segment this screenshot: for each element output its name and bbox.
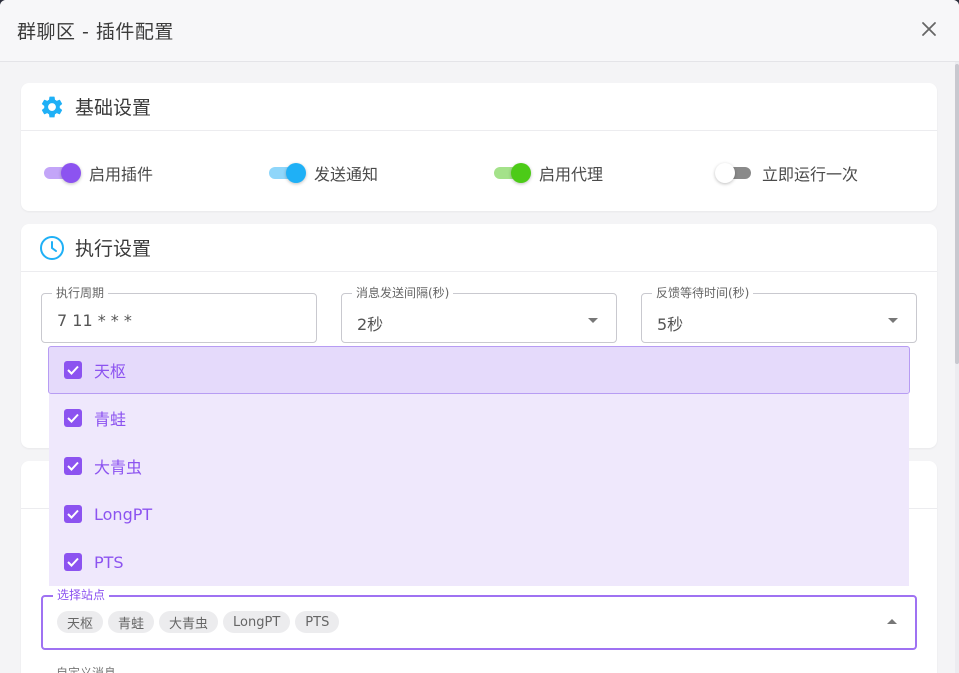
switch-toggle[interactable] bbox=[267, 163, 307, 183]
gear-icon bbox=[39, 94, 65, 120]
switch-label: 发送通知 bbox=[314, 165, 379, 184]
checkbox-checked-icon[interactable] bbox=[64, 457, 82, 475]
site-option-label: LongPT bbox=[94, 504, 153, 524]
switch-label: 启用插件 bbox=[89, 165, 154, 184]
site-chip[interactable]: 大青虫 bbox=[159, 611, 219, 633]
basic-switch-row: 启用插件 发送通知 启用代理 立即运行一次 bbox=[21, 161, 937, 185]
site-option[interactable]: 天枢 bbox=[48, 346, 910, 394]
cron-value: 7 11 * * * bbox=[57, 311, 132, 330]
site-chip[interactable]: PTS bbox=[295, 611, 340, 633]
plugin-config-dialog: 群聊区 - 插件配置 基础设置 启用插件 发送通知 启用代理 立即运行一次 执行… bbox=[0, 0, 959, 673]
feedback-wait-label: 反馈等待时间(秒) bbox=[652, 286, 754, 300]
site-chip[interactable]: 青蛙 bbox=[108, 611, 155, 633]
site-option[interactable]: 大青虫 bbox=[49, 442, 909, 490]
custom-message-label: 自定义消息 bbox=[56, 666, 117, 673]
site-option-label: 天枢 bbox=[94, 362, 127, 381]
feedback-wait-select[interactable]: 反馈等待时间(秒) 5秒 bbox=[641, 286, 917, 343]
basic-settings-title: 基础设置 bbox=[75, 97, 152, 119]
enable-plugin-switch[interactable]: 启用插件 bbox=[42, 161, 153, 185]
send-interval-label: 消息发送间隔(秒) bbox=[352, 286, 454, 300]
dialog-title: 群聊区 - 插件配置 bbox=[17, 21, 174, 43]
switch-toggle[interactable] bbox=[492, 163, 532, 183]
send-interval-select[interactable]: 消息发送间隔(秒) 2秒 bbox=[341, 286, 617, 343]
site-option-label: 青蛙 bbox=[94, 410, 127, 429]
exec-settings-header: 执行设置 bbox=[21, 224, 937, 272]
basic-settings-header: 基础设置 bbox=[21, 83, 937, 131]
checkbox-checked-icon[interactable] bbox=[64, 553, 82, 571]
run-once-switch[interactable]: 立即运行一次 bbox=[715, 161, 858, 185]
switch-toggle[interactable] bbox=[715, 163, 755, 183]
basic-settings-card: 基础设置 启用插件 发送通知 启用代理 立即运行一次 bbox=[21, 83, 937, 211]
clock-icon bbox=[39, 235, 65, 261]
exec-settings-title: 执行设置 bbox=[75, 238, 152, 260]
site-chip[interactable]: LongPT bbox=[223, 611, 291, 633]
cron-field[interactable]: 执行周期 7 11 * * * bbox=[41, 286, 317, 343]
enable-proxy-switch[interactable]: 启用代理 bbox=[492, 161, 603, 185]
send-notification-switch[interactable]: 发送通知 bbox=[267, 161, 378, 185]
site-dropdown-menu: 天枢 青蛙 大青虫 LongPT PTS bbox=[48, 346, 910, 586]
site-option-label: PTS bbox=[94, 552, 124, 572]
send-interval-value: 2秒 bbox=[357, 315, 384, 334]
feedback-wait-value: 5秒 bbox=[657, 315, 684, 334]
site-chip[interactable]: 天枢 bbox=[57, 611, 104, 633]
cron-label: 执行周期 bbox=[52, 286, 109, 300]
checkbox-checked-icon[interactable] bbox=[64, 505, 82, 523]
site-option[interactable]: 青蛙 bbox=[49, 394, 909, 442]
site-option-label: 大青虫 bbox=[94, 458, 143, 477]
chevron-down-icon bbox=[588, 318, 598, 323]
site-option[interactable]: LongPT bbox=[49, 490, 909, 538]
scrollbar-thumb[interactable] bbox=[955, 64, 959, 364]
switch-label: 启用代理 bbox=[539, 165, 604, 184]
site-select-label: 选择站点 bbox=[53, 588, 110, 602]
close-icon[interactable] bbox=[919, 19, 939, 39]
site-chip-list: 天枢 青蛙 大青虫 LongPT PTS bbox=[57, 611, 344, 633]
chevron-up-icon bbox=[887, 619, 897, 624]
chevron-down-icon bbox=[888, 318, 898, 323]
checkbox-checked-icon[interactable] bbox=[64, 361, 82, 379]
dialog-header: 群聊区 - 插件配置 bbox=[0, 0, 959, 62]
switch-label: 立即运行一次 bbox=[762, 165, 859, 184]
switch-toggle[interactable] bbox=[42, 163, 82, 183]
checkbox-checked-icon[interactable] bbox=[64, 409, 82, 427]
site-option[interactable]: PTS bbox=[49, 538, 909, 586]
site-select[interactable]: 选择站点 天枢 青蛙 大青虫 LongPT PTS bbox=[41, 588, 917, 650]
